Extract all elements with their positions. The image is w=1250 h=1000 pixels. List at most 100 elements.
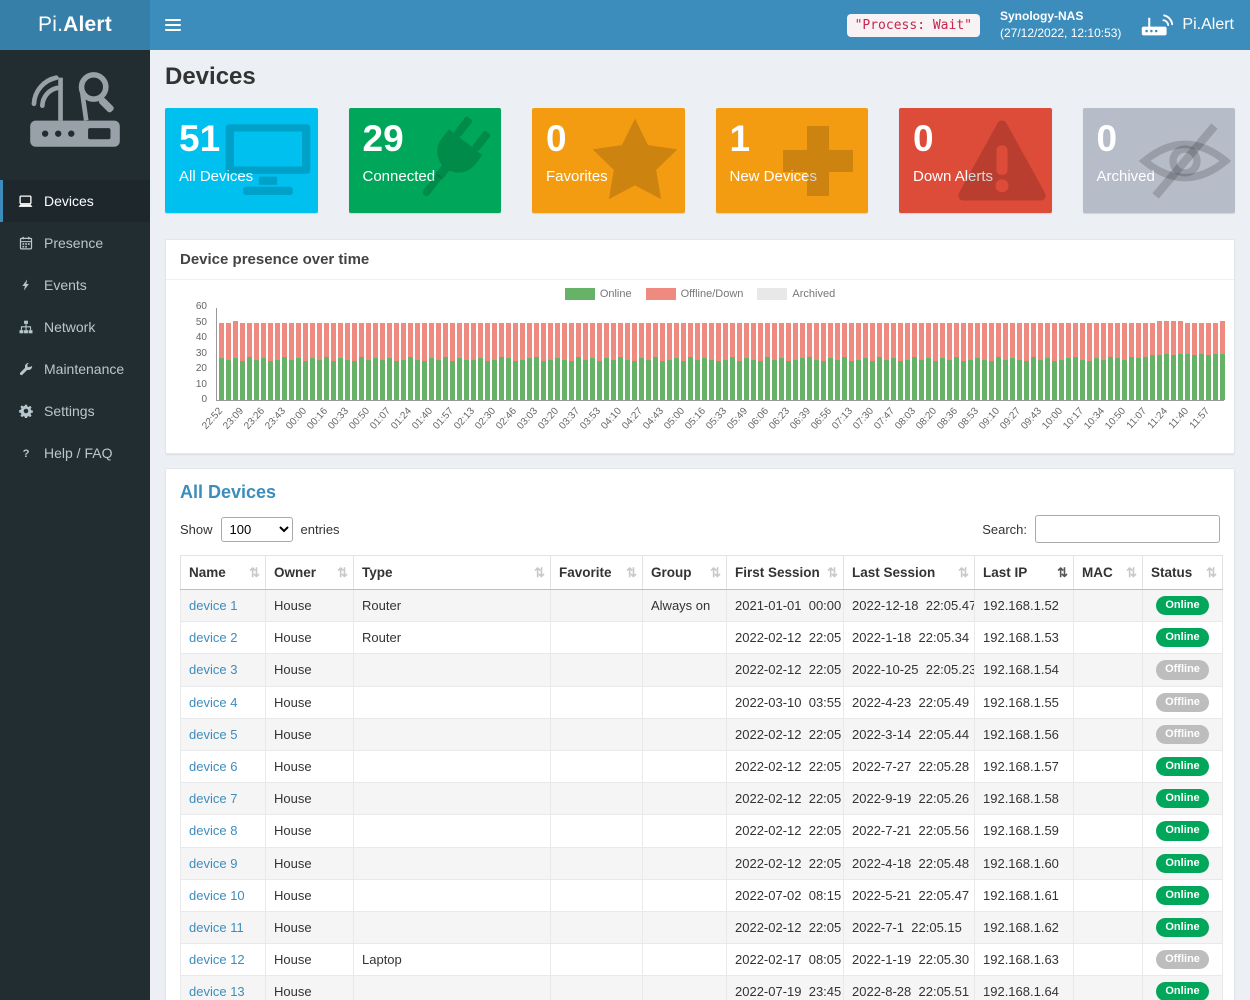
app-logo-prefix: Pi. bbox=[38, 13, 63, 37]
search-input[interactable] bbox=[1035, 515, 1220, 543]
chart-bar bbox=[695, 323, 700, 400]
device-link[interactable]: device 9 bbox=[189, 856, 237, 871]
device-link[interactable]: device 2 bbox=[189, 630, 237, 645]
sidebar-toggle-button[interactable] bbox=[150, 0, 196, 50]
chart-bar bbox=[1101, 323, 1106, 400]
status-badge: Online bbox=[1156, 918, 1208, 937]
device-link[interactable]: device 6 bbox=[189, 759, 237, 774]
status-badge: Online bbox=[1156, 628, 1208, 647]
sidebar-item-label: Settings bbox=[44, 403, 95, 419]
device-link[interactable]: device 12 bbox=[189, 952, 245, 967]
cell-favorite bbox=[551, 944, 643, 976]
presence-chart-plot: 0102030405060 bbox=[216, 308, 1224, 401]
app-logo[interactable]: Pi.Alert bbox=[0, 0, 150, 50]
cell-owner: House bbox=[266, 590, 354, 622]
cell-last-ip: 192.168.1.57 bbox=[975, 750, 1074, 782]
chart-bar bbox=[807, 323, 812, 400]
col-header-owner[interactable]: Owner⇅ bbox=[266, 556, 354, 590]
col-header-group[interactable]: Group⇅ bbox=[643, 556, 727, 590]
chart-bar bbox=[1003, 323, 1008, 400]
col-header-name[interactable]: Name⇅ bbox=[181, 556, 266, 590]
col-header-last-session[interactable]: Last Session⇅ bbox=[844, 556, 975, 590]
chart-bar bbox=[373, 323, 378, 400]
sidebar-item-maintenance[interactable]: Maintenance bbox=[0, 348, 150, 390]
device-link[interactable]: device 1 bbox=[189, 598, 237, 613]
col-header-type[interactable]: Type⇅ bbox=[354, 556, 551, 590]
status-badge: Online bbox=[1156, 789, 1208, 808]
chart-bar bbox=[324, 323, 329, 400]
infobox-archived[interactable]: 0Archived bbox=[1083, 108, 1236, 213]
chart-bar bbox=[632, 323, 637, 401]
infobox-down-alerts[interactable]: 0Down Alerts bbox=[899, 108, 1052, 213]
chart-bar bbox=[492, 323, 497, 400]
device-link[interactable]: device 11 bbox=[189, 920, 244, 935]
status-badge: Online bbox=[1156, 596, 1208, 615]
cell-owner: House bbox=[266, 783, 354, 815]
device-row-device-11: device 11House2022-02-12 22:052022-7-1 2… bbox=[181, 911, 1223, 943]
device-link[interactable]: device 13 bbox=[189, 984, 245, 999]
status-badge: Online bbox=[1156, 982, 1208, 1000]
sort-icon: ⇅ bbox=[1206, 565, 1217, 581]
device-link[interactable]: device 4 bbox=[189, 695, 237, 710]
device-link[interactable]: device 10 bbox=[189, 888, 245, 903]
col-header-mac[interactable]: MAC⇅ bbox=[1074, 556, 1143, 590]
device-link[interactable]: device 8 bbox=[189, 823, 237, 838]
star-icon bbox=[589, 115, 681, 207]
cell-owner: House bbox=[266, 944, 354, 976]
sidebar-item-events[interactable]: Events bbox=[0, 264, 150, 306]
chart-bar bbox=[317, 323, 322, 400]
chart-bar bbox=[905, 323, 910, 400]
status-badge: Online bbox=[1156, 886, 1208, 905]
chart-bar bbox=[583, 323, 588, 400]
device-link[interactable]: device 7 bbox=[189, 791, 237, 806]
col-header-favorite[interactable]: Favorite⇅ bbox=[551, 556, 643, 590]
host-info: Synology-NAS (27/12/2022, 12:10:53) bbox=[1000, 8, 1121, 42]
device-link[interactable]: device 5 bbox=[189, 727, 237, 742]
col-header-first-session[interactable]: First Session⇅ bbox=[727, 556, 844, 590]
cell-last-ip: 192.168.1.52 bbox=[975, 590, 1074, 622]
chart-bar bbox=[226, 323, 231, 400]
app-logo-bold: Alert bbox=[63, 13, 112, 37]
cell-status: Online bbox=[1143, 750, 1223, 782]
navbar: "Process: Wait" Synology-NAS (27/12/2022… bbox=[150, 0, 1250, 50]
chart-bar bbox=[401, 323, 406, 400]
page-length-select[interactable]: 100 bbox=[221, 517, 293, 542]
sidebar-item-devices[interactable]: Devices bbox=[0, 180, 150, 222]
chart-bar bbox=[660, 323, 665, 401]
cell-group bbox=[643, 783, 727, 815]
cell-last-ip: 192.168.1.56 bbox=[975, 718, 1074, 750]
cell-last-session: 2022-3-14 22:05.44 bbox=[844, 718, 975, 750]
device-link[interactable]: device 3 bbox=[189, 662, 237, 677]
col-header-label: MAC bbox=[1082, 565, 1113, 580]
chart-bar bbox=[1136, 323, 1141, 400]
sidebar-item-settings[interactable]: Settings bbox=[0, 390, 150, 432]
cell-owner: House bbox=[266, 750, 354, 782]
cell-status: Online bbox=[1143, 815, 1223, 847]
cell-status: Online bbox=[1143, 783, 1223, 815]
infobox-connected[interactable]: 29Connected bbox=[349, 108, 502, 213]
infobox-favorites[interactable]: 0Favorites bbox=[532, 108, 685, 213]
warning-icon bbox=[956, 115, 1048, 207]
cell-name: device 13 bbox=[181, 976, 266, 1000]
pialert-logo-image bbox=[0, 50, 150, 176]
calendar-icon bbox=[17, 236, 34, 250]
cell-first-session: 2022-02-12 22:05 bbox=[727, 718, 844, 750]
chart-bar bbox=[702, 323, 707, 400]
device-row-device-5: device 5House2022-02-12 22:052022-3-14 2… bbox=[181, 718, 1223, 750]
chart-bar bbox=[562, 323, 567, 400]
chart-bar bbox=[506, 323, 511, 400]
infobox-all-devices[interactable]: 51All Devices bbox=[165, 108, 318, 213]
cell-mac bbox=[1074, 654, 1143, 686]
col-header-last-ip[interactable]: Last IP⇅ bbox=[975, 556, 1074, 590]
chart-bar bbox=[331, 323, 336, 401]
chart-bar bbox=[1164, 321, 1169, 400]
sidebar-item-network[interactable]: Network bbox=[0, 306, 150, 348]
cell-first-session: 2022-07-19 23:45 bbox=[727, 976, 844, 1000]
cell-favorite bbox=[551, 654, 643, 686]
chart-bar bbox=[1094, 323, 1099, 400]
col-header-status[interactable]: Status⇅ bbox=[1143, 556, 1223, 590]
infobox-new-devices[interactable]: 1New Devices bbox=[716, 108, 869, 213]
sidebar-item-help-faq[interactable]: ?Help / FAQ bbox=[0, 432, 150, 474]
chart-legend: OnlineOffline/DownArchived bbox=[180, 288, 1220, 300]
sidebar-item-presence[interactable]: Presence bbox=[0, 222, 150, 264]
